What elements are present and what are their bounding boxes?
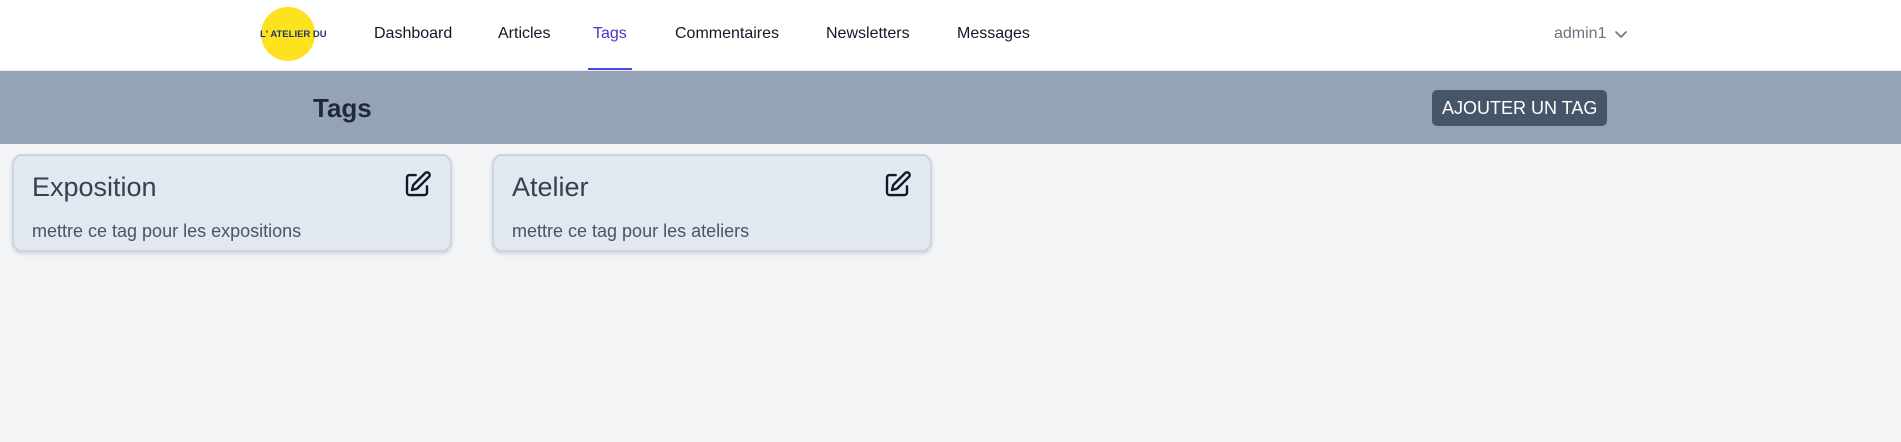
- user-name: admin1: [1554, 25, 1607, 42]
- chevron-down-icon: [1614, 27, 1628, 41]
- user-menu[interactable]: admin1: [1554, 0, 1628, 68]
- logo[interactable]: L' ATELIER DU SUD: [258, 6, 328, 62]
- edit-icon[interactable]: [882, 170, 912, 200]
- edit-icon[interactable]: [402, 170, 432, 200]
- tag-title: Exposition: [32, 172, 157, 202]
- page-title: Tags: [313, 93, 372, 123]
- logo-text: L' ATELIER DU SUD: [260, 29, 328, 40]
- logo-image: L' ATELIER DU SUD: [260, 7, 328, 61]
- tag-card: Exposition mettre ce tag pour les exposi…: [12, 154, 452, 252]
- nav-link-commentaires[interactable]: Commentaires: [675, 0, 779, 70]
- tag-description: mettre ce tag pour les expositions: [32, 221, 302, 241]
- top-navigation: L' ATELIER DU SUD Dashboard Articles Tag…: [0, 0, 1901, 71]
- add-tag-button[interactable]: AJOUTER UN TAG: [1432, 90, 1608, 126]
- tag-description: mettre ce tag pour les ateliers: [512, 221, 750, 241]
- tag-card: Atelier mettre ce tag pour les ateliers: [492, 154, 932, 252]
- nav-link-dashboard[interactable]: Dashboard: [374, 0, 452, 70]
- page-header: Tags AJOUTER UN TAG: [0, 71, 1901, 144]
- nav-link-articles[interactable]: Articles: [498, 0, 550, 70]
- nav-link-messages[interactable]: Messages: [957, 0, 1030, 70]
- nav-link-newsletters[interactable]: Newsletters: [826, 0, 910, 70]
- nav-link-tags[interactable]: Tags: [588, 0, 632, 70]
- tag-title: Atelier: [512, 172, 589, 202]
